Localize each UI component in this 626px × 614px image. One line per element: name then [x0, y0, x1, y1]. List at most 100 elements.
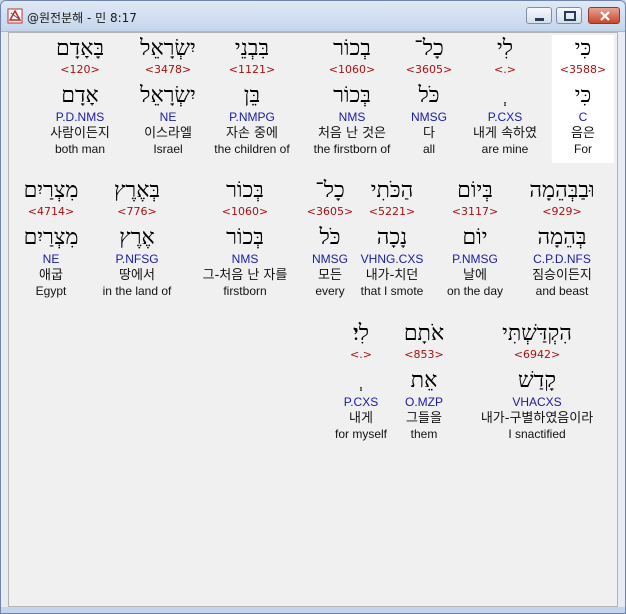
interlinear-word[interactable]: בָּאָדָם <120> אָדָם P.D.NMS 사람이든지 both man [50, 35, 110, 157]
lexical-form: כִּי [574, 83, 592, 108]
strong-number: <3605> [306, 205, 354, 218]
korean-gloss: 내게 [349, 411, 373, 426]
parsing-code: VHACXS [512, 395, 562, 409]
korean-gloss: 모든 [318, 268, 342, 283]
interlinear-word[interactable]: בְּיוֹם <3117> יוֹם P.NMSG 날에 on the day [447, 177, 503, 299]
interlinear-word[interactable]: יִשְׂרָאֵל <3478> יִשְׂרָאֵל NE 이스라엘 Israel [140, 35, 196, 157]
english-gloss: I snactified [508, 427, 566, 441]
parsing-code: P.NMPG [229, 110, 275, 124]
hebrew-word: כָל־ [315, 178, 345, 203]
english-gloss: both man [54, 142, 106, 156]
lexical-form: בְּכוֹר [226, 225, 264, 250]
strong-number: <3117> [451, 205, 499, 218]
strong-number: <120> [60, 63, 100, 76]
strong-number: <.> [350, 348, 372, 361]
english-gloss: Israel [153, 142, 183, 156]
korean-gloss: 내가-구별하였음이라 [480, 411, 594, 426]
hebrew-word: לִי׃ [352, 321, 370, 346]
parsing-code: P.NFSG [115, 252, 159, 266]
app-window: @원전분해 - 민 8:17 כִּי <3588> כִּי C 음은 For לִי <.… [0, 0, 626, 614]
interlinear-word[interactable]: כָל־ <3605> כֹּל NMSG 다 all [406, 35, 452, 157]
korean-gloss: 땅에서 [119, 268, 155, 283]
interlinear-word[interactable]: בִּבְנֵי <1121> בֵּן P.NMPG 자손 중에 the childre… [214, 35, 289, 157]
lexical-form: ְ [335, 367, 387, 395]
window-title: @원전분해 - 민 8:17 [27, 11, 137, 25]
hebrew-word: כָל־ [414, 36, 444, 61]
close-icon [600, 11, 610, 21]
interlinear-word[interactable]: אֹתָם <853> אֵת O.MZP 그들을 them [404, 320, 444, 442]
english-gloss: and beast [535, 284, 589, 298]
lexical-form: בֵּן [243, 83, 261, 108]
strong-number: <1060> [221, 205, 269, 218]
parsing-code: P.CXS [343, 395, 379, 409]
interlinear-word[interactable]: לִי׃ <.>ְP.CXS 내게for myself [335, 320, 387, 442]
minimize-icon [535, 18, 544, 21]
korean-gloss: 그-처음 난 자를 [202, 268, 288, 283]
strong-number: <3605> [405, 63, 453, 76]
lexical-form: אָדָם [61, 83, 99, 108]
hebrew-word: בְּיוֹם [457, 178, 493, 203]
interlinear-word[interactable]: בְּאֶרֶץ <776> אֶרֶץ P.NFSG 땅에서 in the land o… [103, 177, 172, 299]
parsing-code: NE [42, 252, 60, 266]
lexical-form: בְּהֵמָה [537, 225, 587, 250]
english-gloss: Egypt [35, 284, 67, 298]
lexical-form: ְ [473, 82, 537, 110]
interlinear-word[interactable]: לִי <.>ְP.CXS 내게 속하였are mine [473, 35, 537, 157]
interlinear-word[interactable]: בְּכוֹר <1060> בְּכוֹר NMS 그-처음 난 자를 firstbor… [203, 177, 288, 299]
english-gloss: them [410, 427, 438, 441]
lexical-form: אֵת [410, 368, 438, 393]
korean-gloss: 처음 난 것은 [317, 126, 387, 141]
title-bar[interactable]: @원전분해 - 민 8:17 [1, 1, 625, 32]
english-gloss: For [574, 142, 592, 156]
english-gloss: every [315, 284, 345, 298]
strong-number: <.> [494, 63, 516, 76]
interlinear-word[interactable]: הִקְדַּשְׁתִּי <6942> קָדַשׁ VHACXS 내가-구별하였음… [481, 320, 593, 442]
english-gloss: for myself [334, 427, 388, 441]
korean-gloss: 내가-치던 [365, 268, 419, 283]
english-gloss: in the land of [102, 284, 172, 298]
parsing-code: NMS [231, 252, 259, 266]
parsing-code: NE [159, 110, 177, 124]
korean-gloss: 다 [423, 126, 435, 141]
interlinear-word[interactable]: כִּי <3588> כִּי C 음은 For [551, 35, 615, 163]
hebrew-word: הַכֹּתִי [370, 178, 414, 203]
parsing-code: NMSG [312, 252, 348, 266]
korean-gloss: 음은 [571, 126, 595, 141]
korean-gloss: 이스라엘 [144, 126, 192, 141]
interlinear-word[interactable]: בְכוֹר <1060> בְּכוֹר NMS 처음 난 것은 the firstbo… [314, 35, 391, 157]
english-gloss: that I smote [360, 284, 424, 298]
parsing-code: VHNG.CXS [360, 252, 424, 266]
maximize-button[interactable] [556, 7, 582, 24]
interlinear-word[interactable]: כָל־ <3605> כֹּל NMSG 모든 every [307, 177, 353, 299]
english-gloss: all [422, 142, 435, 156]
hebrew-word: לִי [496, 36, 514, 61]
korean-gloss: 내게 속하였 [473, 126, 537, 141]
interlinear-word[interactable]: מִצְרַיִם <4714> מִצְרַיִם NE 애굽 Egypt [24, 177, 79, 299]
strong-number: <1060> [328, 63, 376, 76]
english-gloss: firstborn [223, 284, 267, 298]
english-gloss: are mine [481, 142, 529, 156]
strong-number: <5221> [368, 205, 416, 218]
parsing-code: P.CXS [487, 110, 523, 124]
strong-number: <3478> [144, 63, 192, 76]
korean-gloss: 날에 [463, 268, 487, 283]
lexical-form: כֹּל [418, 83, 440, 108]
hebrew-word: מִצְרַיִם [23, 178, 79, 203]
strong-number: <776> [117, 205, 157, 218]
parsing-code: P.NMSG [452, 252, 498, 266]
lexical-form: יִשְׂרָאֵל [140, 83, 196, 108]
interlinear-word[interactable]: וּבַבְּהֵמָה <929> בְּהֵמָה C.P.D.NFS 짐승이든지 a… [529, 177, 594, 299]
strong-number: <4714> [27, 205, 75, 218]
parsing-code: NMS [338, 110, 366, 124]
strong-number: <1121> [228, 63, 276, 76]
lexical-form: כֹּל [319, 225, 341, 250]
minimize-button[interactable] [526, 7, 552, 24]
parsing-code: C.P.D.NFS [533, 252, 591, 266]
close-button[interactable] [588, 7, 620, 24]
interlinear-word[interactable]: הַכֹּתִי <5221> נָכָה VHNG.CXS 내가-치던 that I s… [361, 177, 424, 299]
strong-number: <853> [404, 348, 444, 361]
parsing-code: NMSG [411, 110, 447, 124]
lexical-form: קָדַשׁ [518, 368, 556, 393]
maximize-icon [564, 11, 576, 21]
interlinear-view: כִּי<3588>כִּיC음은Forלִי<.>ְP.CXS내게 속하였ar… [8, 32, 618, 607]
